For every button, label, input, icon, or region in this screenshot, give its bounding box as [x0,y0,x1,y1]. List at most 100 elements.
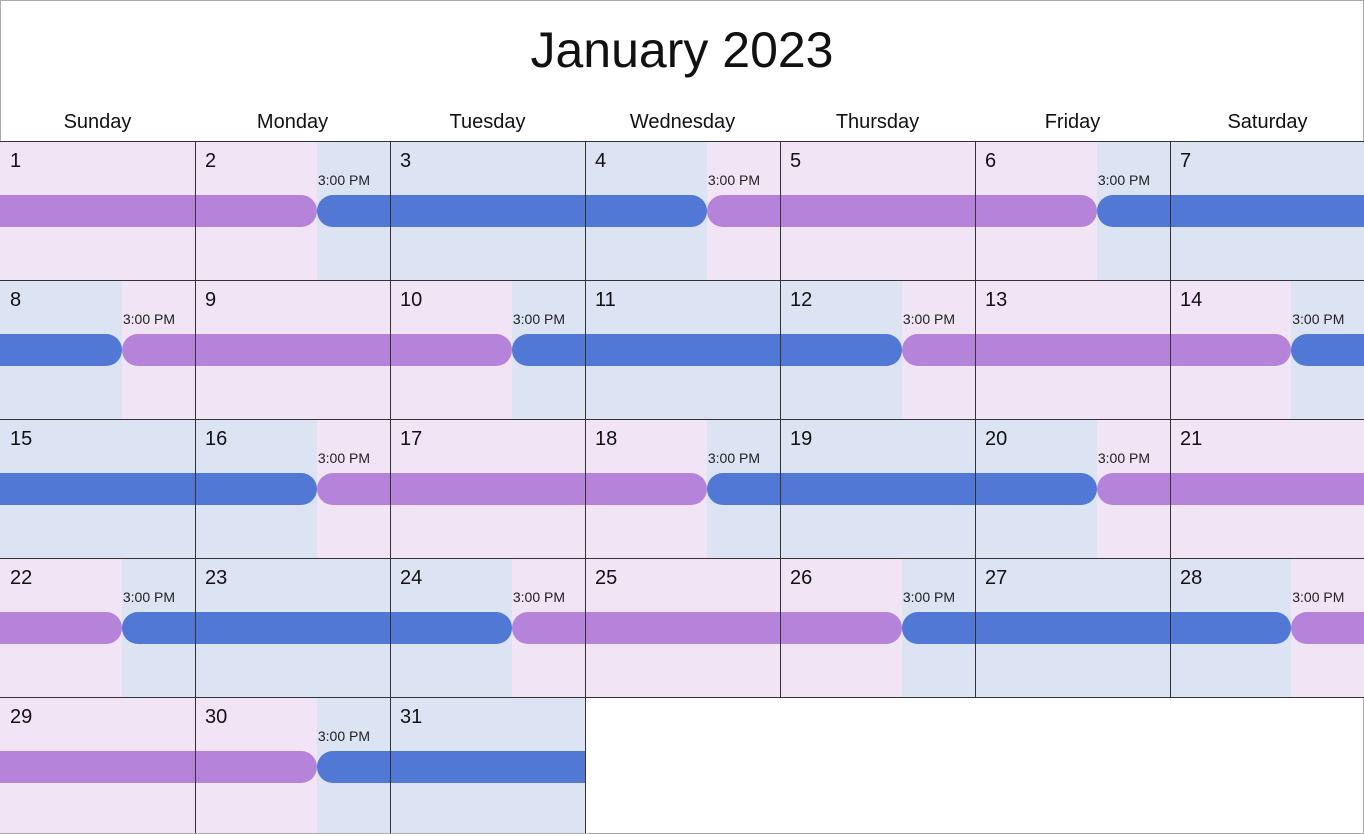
week-row-divider [0,419,1364,420]
day-number: 2 [205,150,217,172]
week-row-divider [0,697,1364,698]
day-number: 8 [10,289,22,311]
day-number: 1 [10,150,22,172]
shift-bar-team-b[interactable] [0,473,317,505]
day-number: 21 [1180,428,1203,450]
shift-bar-team-b[interactable] [316,195,707,227]
shift-change-time-label: 3:00 PM [512,589,566,605]
day-column-divider [780,558,781,697]
day-column-divider [1170,141,1171,280]
day-number: 24 [400,567,423,589]
day-column-divider [390,141,391,280]
shift-bar-team-b[interactable] [316,751,585,783]
day-column-divider [585,141,586,280]
calendar-grid: 1 2 3:00 PM 3 4 3:00 PM 5 6 3:00 PM 7 8 3:00 PM 9 10 3… [0,141,1364,834]
day-number: 29 [10,706,33,728]
shift-bar-team-a[interactable] [0,751,317,783]
shift-bar-team-a[interactable] [1096,473,1364,505]
day-column-divider [195,419,196,558]
shift-change-time-label: 3:00 PM [707,172,761,188]
shift-change-time-label: 3:00 PM [512,311,566,327]
day-number: 9 [205,289,217,311]
shift-change-time-label: 3:00 PM [902,311,956,327]
shift-bar-team-a[interactable] [1291,612,1364,644]
day-column-divider [585,280,586,419]
day-number: 6 [985,150,997,172]
day-column-divider [390,558,391,697]
day-column-divider [195,558,196,697]
day-number: 15 [10,428,33,450]
weekday-label-monday: Monday [256,111,329,133]
shift-bar-team-b[interactable] [1291,334,1364,366]
day-column-divider [1170,558,1171,697]
day-number: 3 [400,150,412,172]
day-number: 4 [595,150,607,172]
weekday-label-thursday: Thursday [835,111,920,133]
day-number: 30 [205,706,228,728]
day-number: 16 [205,428,228,450]
day-number: 27 [985,567,1008,589]
shift-bar-team-a[interactable] [706,195,1097,227]
day-number: 13 [985,289,1008,311]
shift-change-time-label: 3:00 PM [902,589,956,605]
day-number: 10 [400,289,423,311]
shift-change-time-label: 3:00 PM [317,172,371,188]
day-number: 17 [400,428,423,450]
week-row-divider [0,280,1364,281]
shift-bar-team-b[interactable] [1096,195,1364,227]
shift-bar-team-a[interactable] [0,612,122,644]
shift-change-time-label: 3:00 PM [707,450,761,466]
shift-bar-team-b[interactable] [0,334,122,366]
day-column-divider [195,280,196,419]
day-number: 31 [400,706,423,728]
day-number: 23 [205,567,228,589]
shift-change-time-label: 3:00 PM [1292,589,1345,605]
shift-change-time-label: 3:00 PM [122,311,176,327]
day-number: 26 [790,567,813,589]
day-column-divider [390,280,391,419]
weekday-label-wednesday: Wednesday [629,111,736,133]
day-column-divider [975,558,976,697]
day-number: 5 [790,150,802,172]
shift-bar-team-b[interactable] [706,473,1097,505]
week-row-divider [0,558,1364,559]
day-column-divider [390,697,391,833]
shift-bar-team-b[interactable] [121,612,512,644]
day-number: 28 [1180,567,1203,589]
shift-bar-team-b[interactable] [901,612,1292,644]
weekday-header-row: Sunday Monday Tuesday Wednesday Thursday… [0,108,1364,138]
weekday-label-saturday: Saturday [1227,111,1308,133]
shift-bar-team-b[interactable] [511,334,902,366]
shift-bar-team-a[interactable] [121,334,512,366]
shift-bar-team-a[interactable] [316,473,707,505]
day-column-divider [390,419,391,558]
day-column-divider [780,280,781,419]
shift-bar-team-a[interactable] [901,334,1292,366]
day-number: 12 [790,289,813,311]
day-column-divider [975,280,976,419]
weekday-label-friday: Friday [1044,111,1101,133]
day-column-divider [1170,419,1171,558]
day-column-divider [585,558,586,697]
day-column-divider [780,141,781,280]
shift-change-time-label: 3:00 PM [1097,172,1151,188]
day-column-divider [780,419,781,558]
shift-change-time-label: 3:00 PM [1097,450,1151,466]
day-column-divider [1170,280,1171,419]
weekday-label-tuesday: Tuesday [449,111,526,133]
shift-change-time-label: 3:00 PM [317,450,371,466]
day-number: 22 [10,567,33,589]
shift-bar-team-a[interactable] [511,612,902,644]
shift-change-time-label: 3:00 PM [122,589,176,605]
day-column-divider [585,697,586,833]
shift-change-time-label: 3:00 PM [1292,311,1345,327]
shift-bar-team-a[interactable] [0,195,317,227]
day-column-divider [975,419,976,558]
day-column-divider [195,697,196,833]
day-column-divider [585,419,586,558]
day-number: 18 [595,428,618,450]
day-number: 11 [595,289,616,311]
month-title: January 2023 [530,22,834,78]
day-number: 7 [1180,150,1192,172]
day-number: 19 [790,428,813,450]
